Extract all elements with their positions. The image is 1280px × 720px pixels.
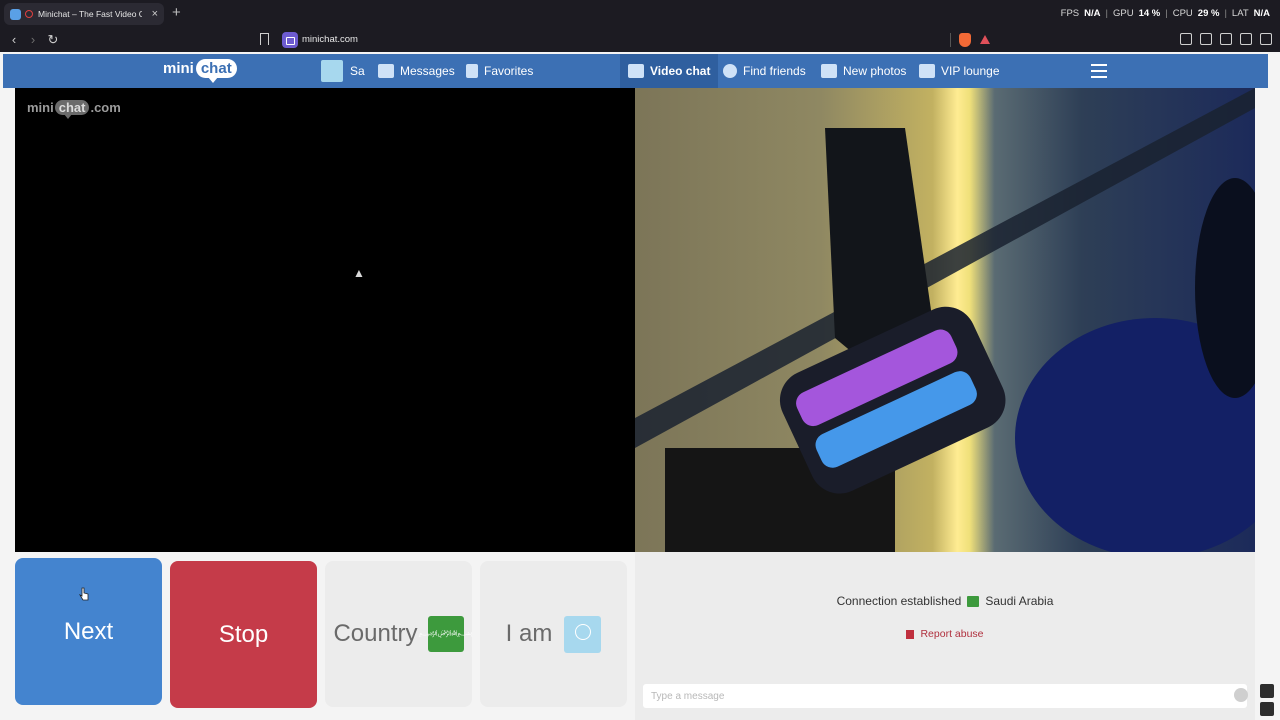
cpu-value: 29 %: [1197, 8, 1220, 19]
brave-shield-icon[interactable]: [959, 33, 971, 47]
nav-find-friends[interactable]: Find friends: [723, 54, 806, 88]
minichat-watermark: mini chat .com: [27, 100, 121, 119]
divider: |: [1165, 8, 1168, 19]
emoji-icon[interactable]: [1234, 688, 1248, 702]
nav-new-photos[interactable]: New photos: [821, 54, 906, 88]
new-tab-button[interactable]: +: [172, 4, 181, 22]
nav-messages-label: Messages: [400, 64, 455, 78]
gpu-value: 14 %: [1138, 8, 1161, 19]
camera-feed-image: [635, 88, 1255, 552]
nav-messages[interactable]: Messages: [378, 54, 455, 88]
report-abuse-label: Report abuse: [920, 628, 984, 640]
divider: |: [1224, 8, 1227, 19]
divider: |: [1105, 8, 1108, 19]
fps-value: N/A: [1084, 8, 1101, 19]
watermark-mini: mini: [27, 100, 54, 115]
nav-favorites[interactable]: Favorites: [466, 54, 533, 88]
menu-icon[interactable]: [1260, 33, 1272, 45]
settings-icon[interactable]: [1260, 702, 1274, 716]
tab-title: Minichat – The Fast Video Ch: [38, 9, 142, 19]
grid-icon: [821, 64, 837, 78]
nav-new-photos-label: New photos: [843, 64, 907, 78]
divider: [950, 33, 951, 47]
address-bar[interactable]: minichat.com: [252, 29, 998, 51]
saudi-flag-icon: ﷽: [419, 616, 472, 652]
nav-vip-lounge[interactable]: VIP lounge: [919, 54, 1000, 88]
sidebar-icon[interactable]: [1180, 33, 1192, 45]
lat-label: LAT: [1231, 8, 1249, 19]
browser-tabbar: Minichat – The Fast Video Ch × + FPS N/A…: [0, 0, 1280, 28]
report-abuse-link[interactable]: Report abuse: [635, 628, 1255, 640]
url-text[interactable]: minichat.com: [302, 34, 358, 45]
browser-toolbar: ‹ › ↻ minichat.com: [0, 28, 1280, 52]
connection-status: Connection established Saudi Arabia: [635, 594, 1255, 608]
nav-video-chat-label: Video chat: [650, 64, 711, 78]
connection-text: Connection established: [836, 594, 962, 608]
i-am-label: I am: [505, 620, 553, 647]
search-icon: [723, 64, 737, 78]
leo-ai-icon[interactable]: [1220, 33, 1232, 45]
nav-favorites-label: Favorites: [484, 64, 534, 78]
back-icon[interactable]: ‹: [6, 32, 22, 48]
nav-video-chat[interactable]: Video chat: [620, 54, 719, 88]
nav-find-friends-label: Find friends: [743, 64, 806, 78]
minichat-page: mini chat Sa Messages Favorites Video ch…: [0, 52, 1280, 720]
stop-button[interactable]: Stop: [170, 561, 317, 708]
message-input[interactable]: [643, 684, 1247, 708]
bookmark-icon: [466, 64, 478, 78]
partner-country: Saudi Arabia: [985, 594, 1054, 608]
wallet-icon[interactable]: [1200, 33, 1212, 45]
gpu-label: GPU: [1113, 8, 1134, 19]
partner-video: mini chat .com ▲: [15, 88, 635, 552]
gender-button[interactable]: I am: [480, 561, 627, 707]
cpu-label: CPU: [1172, 8, 1193, 19]
user-avatar-icon: [564, 615, 602, 653]
minichat-favicon-icon: [10, 8, 21, 20]
next-label: Next: [63, 617, 114, 645]
country-label: Country: [333, 620, 418, 647]
browser-tab[interactable]: Minichat – The Fast Video Ch ×: [4, 3, 164, 25]
next-button[interactable]: Next: [15, 558, 162, 705]
stop-label: Stop: [218, 620, 269, 648]
logo-text-mini: mini: [163, 60, 194, 77]
country-filter-button[interactable]: Country ﷽: [325, 561, 472, 707]
close-tab-icon[interactable]: ×: [152, 8, 158, 20]
flag-icon: [906, 629, 915, 639]
recording-indicator-icon: [25, 10, 33, 18]
lat-value: N/A: [1253, 8, 1270, 19]
reload-icon[interactable]: ↻: [45, 32, 61, 48]
hamburger-menu-icon[interactable]: [1091, 64, 1107, 78]
saudi-flag-icon: [967, 595, 980, 607]
toolbar-actions: [1180, 33, 1272, 45]
chat-bubble-icon: [628, 64, 644, 78]
watermark-chat: chat: [54, 100, 90, 119]
profile-name: Sa: [350, 64, 365, 78]
envelope-icon: [378, 64, 394, 78]
avatar-icon: [321, 60, 343, 82]
self-camera-video: [635, 88, 1255, 552]
site-header: mini chat Sa Messages Favorites Video ch…: [3, 54, 1268, 88]
profile-link[interactable]: Sa: [321, 54, 365, 88]
forward-icon[interactable]: ›: [25, 32, 41, 48]
site-info-icon[interactable]: [282, 32, 298, 48]
system-monitor: FPS N/A | GPU 14 % | CPU 29 % | LAT N/A: [1061, 8, 1270, 19]
vpn-icon[interactable]: [1240, 33, 1252, 45]
fps-label: FPS: [1060, 8, 1080, 19]
logo-text-chat: chat: [195, 59, 237, 83]
bookmark-icon[interactable]: [260, 33, 269, 45]
crown-icon: [919, 64, 935, 78]
microphone-icon[interactable]: [1260, 684, 1274, 698]
nav-vip-lounge-label: VIP lounge: [941, 64, 1000, 78]
watermark-com: .com: [90, 100, 121, 115]
chat-panel: Connection established Saudi Arabia Repo…: [635, 552, 1255, 720]
minichat-logo[interactable]: mini chat: [163, 59, 237, 83]
rewards-icon[interactable]: [980, 35, 990, 44]
mouse-pointer-icon: ▲: [353, 266, 365, 280]
hand-cursor-icon: [79, 587, 89, 601]
